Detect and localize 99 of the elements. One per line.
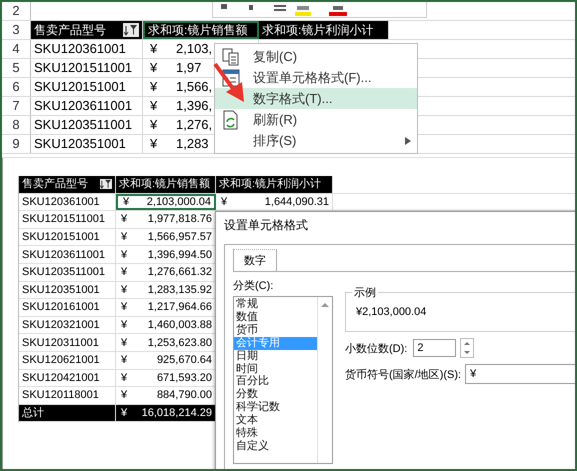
table-cell-text: 2,103,000.04 [146,194,211,210]
table-cell-text: SKU120621001 [22,353,100,368]
table-cell-text: 671,593.20 [156,370,212,386]
column-header: 售卖产品型号 [34,22,106,39]
currency-symbol: ¥ [122,194,130,210]
table-cell-text: SKU120118001 [22,388,99,404]
currency-symbol: ¥ [120,388,128,404]
table-cell: SKU120361001 [34,40,126,58]
menu-item[interactable]: 排序(S) [215,130,417,151]
currency-symbol: ¥ [120,353,128,368]
menu-item[interactable]: 设置单元格格式(F)... [215,67,417,88]
table-cell: 1,97 [176,59,202,77]
category-label: 分类(C): [233,279,274,293]
column-header: 求和项:镜片利润小计 [219,177,322,192]
menu-item[interactable]: 复制(C) [215,46,417,67]
table-cell-text: SKU1203611001 [22,248,105,263]
total-value: 16,018,214.29 [141,406,212,422]
category-item[interactable]: 数值 [234,310,317,324]
currency-symbol: ¥ [149,40,158,58]
currency-symbol: ¥ [220,194,228,210]
table-cell: SKU120351001 [34,135,126,153]
table-cell: 2,103, [176,40,212,58]
sample-value: ¥2,103,000.04 [355,306,428,318]
filter-button[interactable] [123,23,139,37]
currency-symbol: ¥ [120,212,128,228]
currency-symbol: ¥ [149,97,158,115]
table-cell-text: 1,217,964.66 [146,300,212,316]
scrollbar[interactable] [317,297,332,463]
filter-icon [124,24,138,36]
table-cell-text: SKU1203511001 [22,265,105,280]
decimal-places-label: 小数位数(D): [345,342,408,356]
column-header: 求和项:镜片利润小计 [262,22,374,39]
table-cell-text: SKU1201511001 [22,212,105,228]
table-cell: 1,396, [176,97,212,115]
scroll-up-icon [321,302,329,308]
table-cell-text: SKU120361001 [22,194,100,210]
currency-symbol: ¥ [149,116,158,134]
table-cell-text: 1,396,994.50 [146,248,212,263]
table-cell-text: 1,977,818.76 [146,212,212,228]
column-header: 求和项:镜片销售额 [148,23,248,37]
currency-symbol: ¥ [120,406,128,422]
currency-symbol: ¥ [120,370,128,386]
category-item[interactable]: 自定义 [234,440,317,453]
category-item[interactable]: 文本 [234,414,317,428]
column-header: 求和项:镜片销售额 [119,176,210,192]
refresh-icon [222,110,240,130]
table-cell: 1,283 [176,135,209,153]
table-cell: SKU1203511001 [34,116,132,134]
category-item[interactable]: 货币 [234,324,317,337]
table-cell: SKU120151001 [34,78,126,96]
category-item[interactable]: 分数 [234,388,317,402]
category-item[interactable]: 百分比 [234,375,317,388]
table-cell-text: 884,790.00 [156,388,212,404]
table-cell-text: 1,566,957.57 [146,230,212,246]
table-cell-text: SKU120351001 [22,282,100,298]
table-cell-text: 1,644,090.31 [264,194,329,210]
table-cell-text: SKU120421001 [22,370,100,386]
sample-label: 示例 [352,285,378,300]
table-cell-text: 1,460,003.88 [146,318,212,334]
currency-symbol-field[interactable]: ¥ [465,364,575,384]
currency-symbol: ¥ [120,336,128,351]
dialog-title: 设置单元格格式 [224,216,308,234]
spin-buttons[interactable] [460,338,474,358]
category-item[interactable]: 特殊 [234,427,317,440]
currency-symbol: ¥ [120,248,128,263]
column-header: 售卖产品型号 [22,176,88,192]
table-cell: SKU1201511001 [34,59,132,77]
currency-symbol: ¥ [149,78,158,96]
currency-symbol: ¥ [149,59,158,77]
category-item[interactable]: 常规 [234,298,317,311]
dialog-tab[interactable]: 数字 [233,249,277,271]
copy-icon [222,48,240,66]
filter-button[interactable] [100,179,112,190]
table-cell: 1,566, [176,78,212,96]
table-cell-text: SKU120161001 [22,300,100,316]
table-cell-text: 1,253,623.80 [146,336,212,351]
table-cell-text: SKU120321001 [22,318,100,334]
filter-icon [100,179,112,190]
currency-symbol: ¥ [120,265,128,280]
table-cell-text: 1,283,135.92 [146,282,212,298]
currency-symbol: ¥ [120,282,128,298]
table-cell: 1,276, [176,116,212,134]
currency-symbol: ¥ [120,230,128,246]
menu-item[interactable]: 数字格式(T)... [215,88,417,109]
table-cell-text: SKU120311001 [22,336,99,351]
total-label: 总计 [22,406,44,422]
table-cell-text: SKU120151001 [22,230,100,246]
category-item[interactable]: 日期 [234,350,317,363]
table-cell-text: 1,276,661.32 [146,265,212,280]
currency-symbol: ¥ [149,135,158,153]
category-item[interactable]: 时间 [234,362,317,376]
currency-symbol: ¥ [120,318,128,334]
decimal-places-field[interactable]: 2 [413,339,456,357]
menu-item[interactable]: 刷新(R) [215,109,417,130]
table-cell-text: 925,670.64 [156,353,212,368]
currency-symbol: ¥ [120,300,128,316]
table-cell: SKU1203611001 [34,97,132,115]
currency-symbol-label: 货币符号(国家/地区)(S): [345,368,462,382]
category-item[interactable]: 科学记数 [234,401,317,414]
